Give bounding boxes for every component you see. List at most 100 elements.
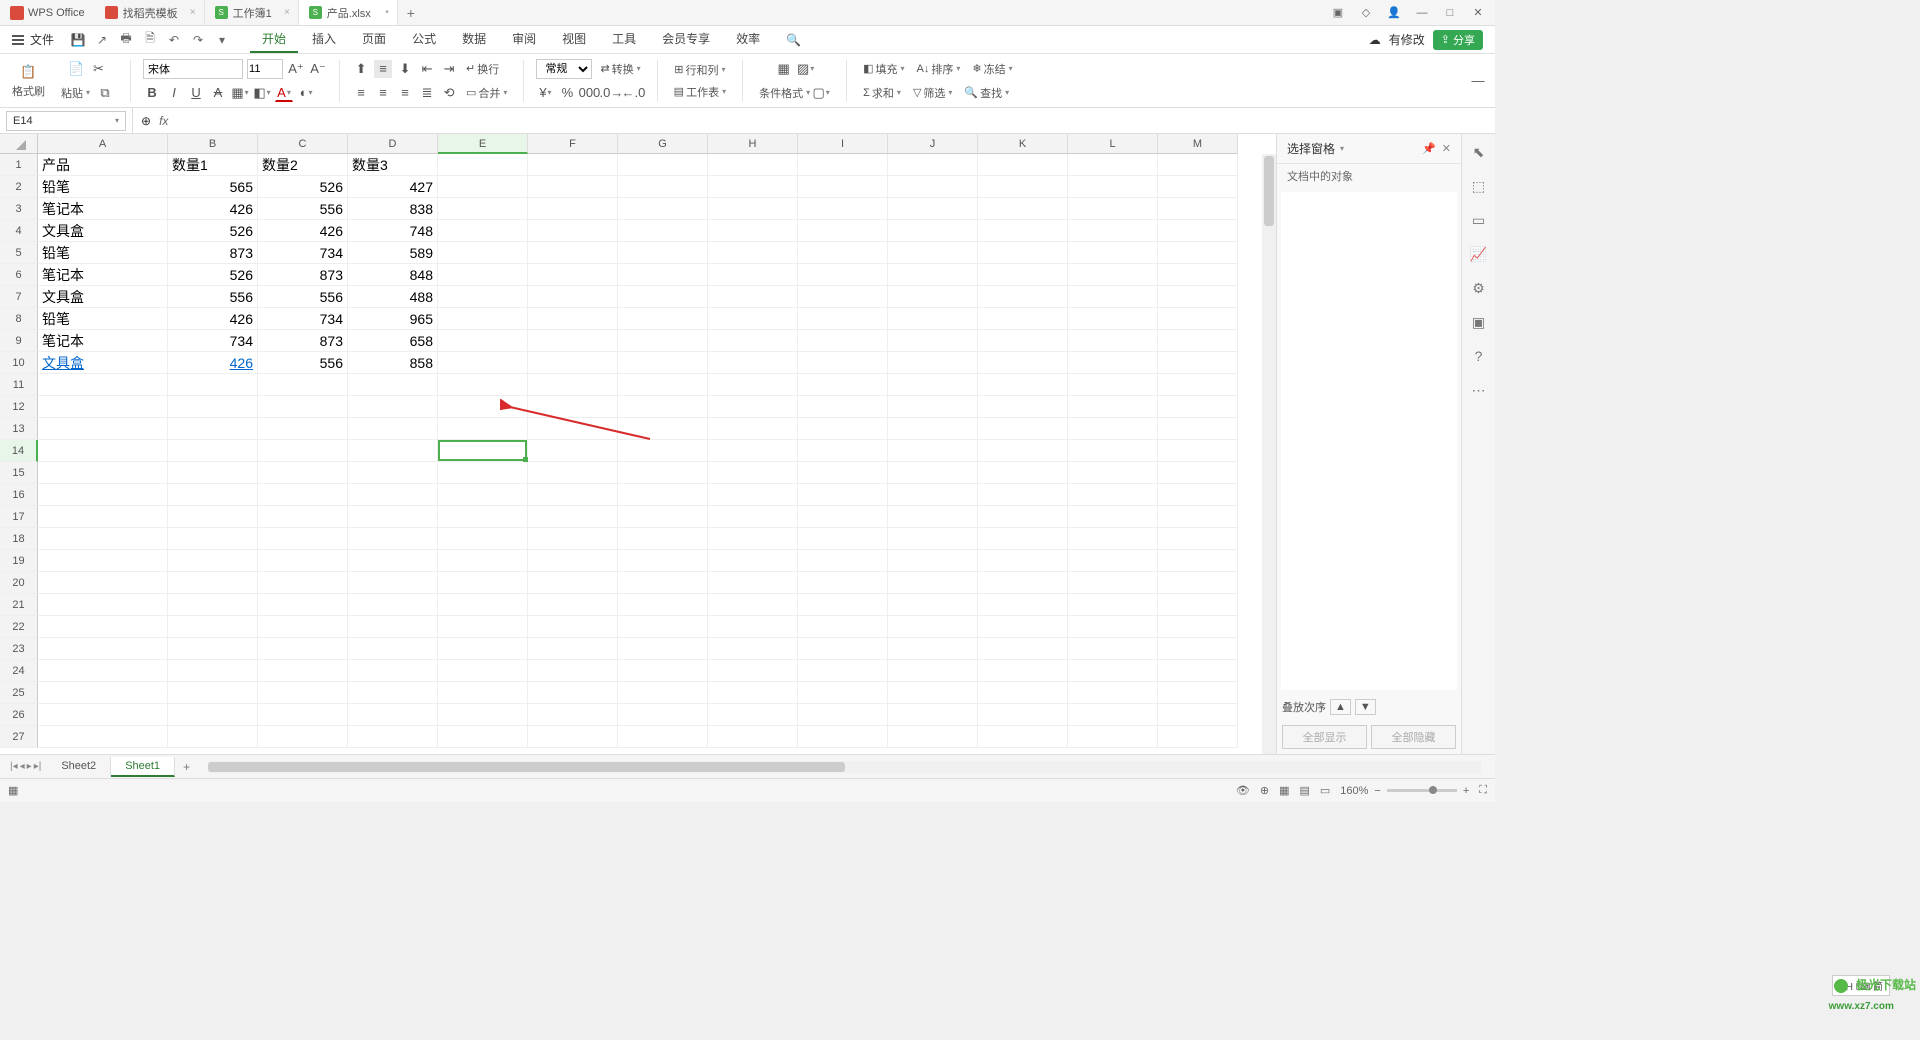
cell[interactable] bbox=[258, 616, 348, 638]
name-box[interactable]: E14▾ bbox=[6, 111, 126, 131]
cell[interactable]: 873 bbox=[258, 264, 348, 286]
cell[interactable] bbox=[618, 198, 708, 220]
cell[interactable] bbox=[438, 330, 528, 352]
cloud-sync-icon[interactable]: ☁ bbox=[1369, 33, 1381, 47]
cell[interactable] bbox=[528, 264, 618, 286]
cell[interactable] bbox=[978, 572, 1068, 594]
cell[interactable] bbox=[438, 176, 528, 198]
cell[interactable] bbox=[1158, 660, 1238, 682]
cell[interactable] bbox=[348, 484, 438, 506]
wrap-button[interactable]: ↵换行 bbox=[462, 59, 503, 79]
cell[interactable] bbox=[528, 308, 618, 330]
cell[interactable] bbox=[888, 308, 978, 330]
cell[interactable] bbox=[618, 418, 708, 440]
cell[interactable] bbox=[348, 638, 438, 660]
cell[interactable] bbox=[38, 616, 168, 638]
cell[interactable] bbox=[978, 220, 1068, 242]
col-header-M[interactable]: M bbox=[1158, 134, 1238, 154]
cell[interactable] bbox=[798, 286, 888, 308]
cell[interactable] bbox=[618, 440, 708, 462]
cell[interactable] bbox=[528, 704, 618, 726]
cell[interactable] bbox=[798, 638, 888, 660]
cell[interactable]: 565 bbox=[168, 176, 258, 198]
cell[interactable] bbox=[1068, 176, 1158, 198]
cell[interactable] bbox=[168, 418, 258, 440]
cell[interactable]: 笔记本 bbox=[38, 198, 168, 220]
cell[interactable] bbox=[258, 594, 348, 616]
cell[interactable] bbox=[168, 396, 258, 418]
cell[interactable] bbox=[798, 396, 888, 418]
share-button[interactable]: ⇪ 分享 bbox=[1433, 30, 1483, 50]
print-icon[interactable]: 🖶 bbox=[118, 32, 134, 48]
zoom-out-icon[interactable]: − bbox=[1374, 785, 1380, 797]
tab-close-icon[interactable]: × bbox=[284, 7, 290, 18]
cell[interactable] bbox=[798, 572, 888, 594]
cell[interactable] bbox=[438, 726, 528, 748]
cell[interactable] bbox=[528, 616, 618, 638]
row-header[interactable]: 18 bbox=[0, 528, 38, 550]
save-icon[interactable]: 💾 bbox=[70, 32, 86, 48]
cell[interactable] bbox=[38, 638, 168, 660]
cell[interactable] bbox=[348, 440, 438, 462]
cell[interactable] bbox=[1158, 418, 1238, 440]
cell[interactable] bbox=[798, 484, 888, 506]
cell[interactable] bbox=[528, 154, 618, 176]
cell[interactable] bbox=[888, 242, 978, 264]
status-mode-icon[interactable]: ▦ bbox=[8, 784, 18, 797]
cell[interactable]: 556 bbox=[168, 286, 258, 308]
cell[interactable] bbox=[708, 616, 798, 638]
cell[interactable] bbox=[1068, 418, 1158, 440]
cell[interactable] bbox=[798, 682, 888, 704]
fill-button[interactable]: ◧填充▾ bbox=[859, 59, 908, 79]
cell[interactable] bbox=[618, 264, 708, 286]
cell[interactable] bbox=[1068, 440, 1158, 462]
col-header-C[interactable]: C bbox=[258, 134, 348, 154]
row-header[interactable]: 21 bbox=[0, 594, 38, 616]
close-panel-icon[interactable]: ✕ bbox=[1442, 142, 1451, 155]
row-header[interactable]: 23 bbox=[0, 638, 38, 660]
cell[interactable] bbox=[528, 550, 618, 572]
cell[interactable] bbox=[528, 374, 618, 396]
row-header[interactable]: 4 bbox=[0, 220, 38, 242]
cell[interactable] bbox=[258, 396, 348, 418]
cell[interactable] bbox=[168, 550, 258, 572]
cell[interactable] bbox=[618, 638, 708, 660]
cell[interactable] bbox=[1158, 594, 1238, 616]
align-left-icon[interactable]: ≡ bbox=[352, 84, 370, 102]
cell[interactable] bbox=[258, 660, 348, 682]
horizontal-scrollbar[interactable] bbox=[208, 761, 1481, 773]
cell[interactable] bbox=[168, 440, 258, 462]
cell[interactable]: 748 bbox=[348, 220, 438, 242]
cell[interactable] bbox=[618, 396, 708, 418]
cell[interactable] bbox=[528, 638, 618, 660]
cell[interactable] bbox=[888, 638, 978, 660]
cell[interactable] bbox=[798, 726, 888, 748]
cell[interactable]: 铅笔 bbox=[38, 242, 168, 264]
cell[interactable] bbox=[168, 528, 258, 550]
cell[interactable] bbox=[528, 462, 618, 484]
cell[interactable] bbox=[168, 726, 258, 748]
cell[interactable] bbox=[38, 396, 168, 418]
freeze-button[interactable]: ❄冻结▾ bbox=[968, 59, 1016, 79]
preview-icon[interactable]: 🗎 bbox=[142, 32, 158, 48]
cell[interactable] bbox=[798, 330, 888, 352]
cell[interactable] bbox=[708, 638, 798, 660]
row-header[interactable]: 6 bbox=[0, 264, 38, 286]
cell[interactable] bbox=[978, 396, 1068, 418]
search-icon[interactable]: 🔍 bbox=[786, 33, 801, 47]
cell-style-icon[interactable]: ▨▾ bbox=[797, 60, 815, 78]
zoom-control[interactable]: 160% − + bbox=[1340, 785, 1469, 797]
cell[interactable] bbox=[528, 484, 618, 506]
cell[interactable] bbox=[978, 704, 1068, 726]
cell[interactable] bbox=[708, 396, 798, 418]
fullscreen-icon[interactable]: ⛶ bbox=[1479, 784, 1487, 797]
menu-tab-视图[interactable]: 视图 bbox=[550, 26, 598, 53]
orientation-icon[interactable]: ⟲ bbox=[440, 84, 458, 102]
cell[interactable] bbox=[978, 242, 1068, 264]
cell[interactable] bbox=[708, 726, 798, 748]
cell[interactable] bbox=[798, 594, 888, 616]
row-header[interactable]: 9 bbox=[0, 330, 38, 352]
cell[interactable] bbox=[888, 286, 978, 308]
cell[interactable] bbox=[168, 638, 258, 660]
cell[interactable] bbox=[528, 352, 618, 374]
